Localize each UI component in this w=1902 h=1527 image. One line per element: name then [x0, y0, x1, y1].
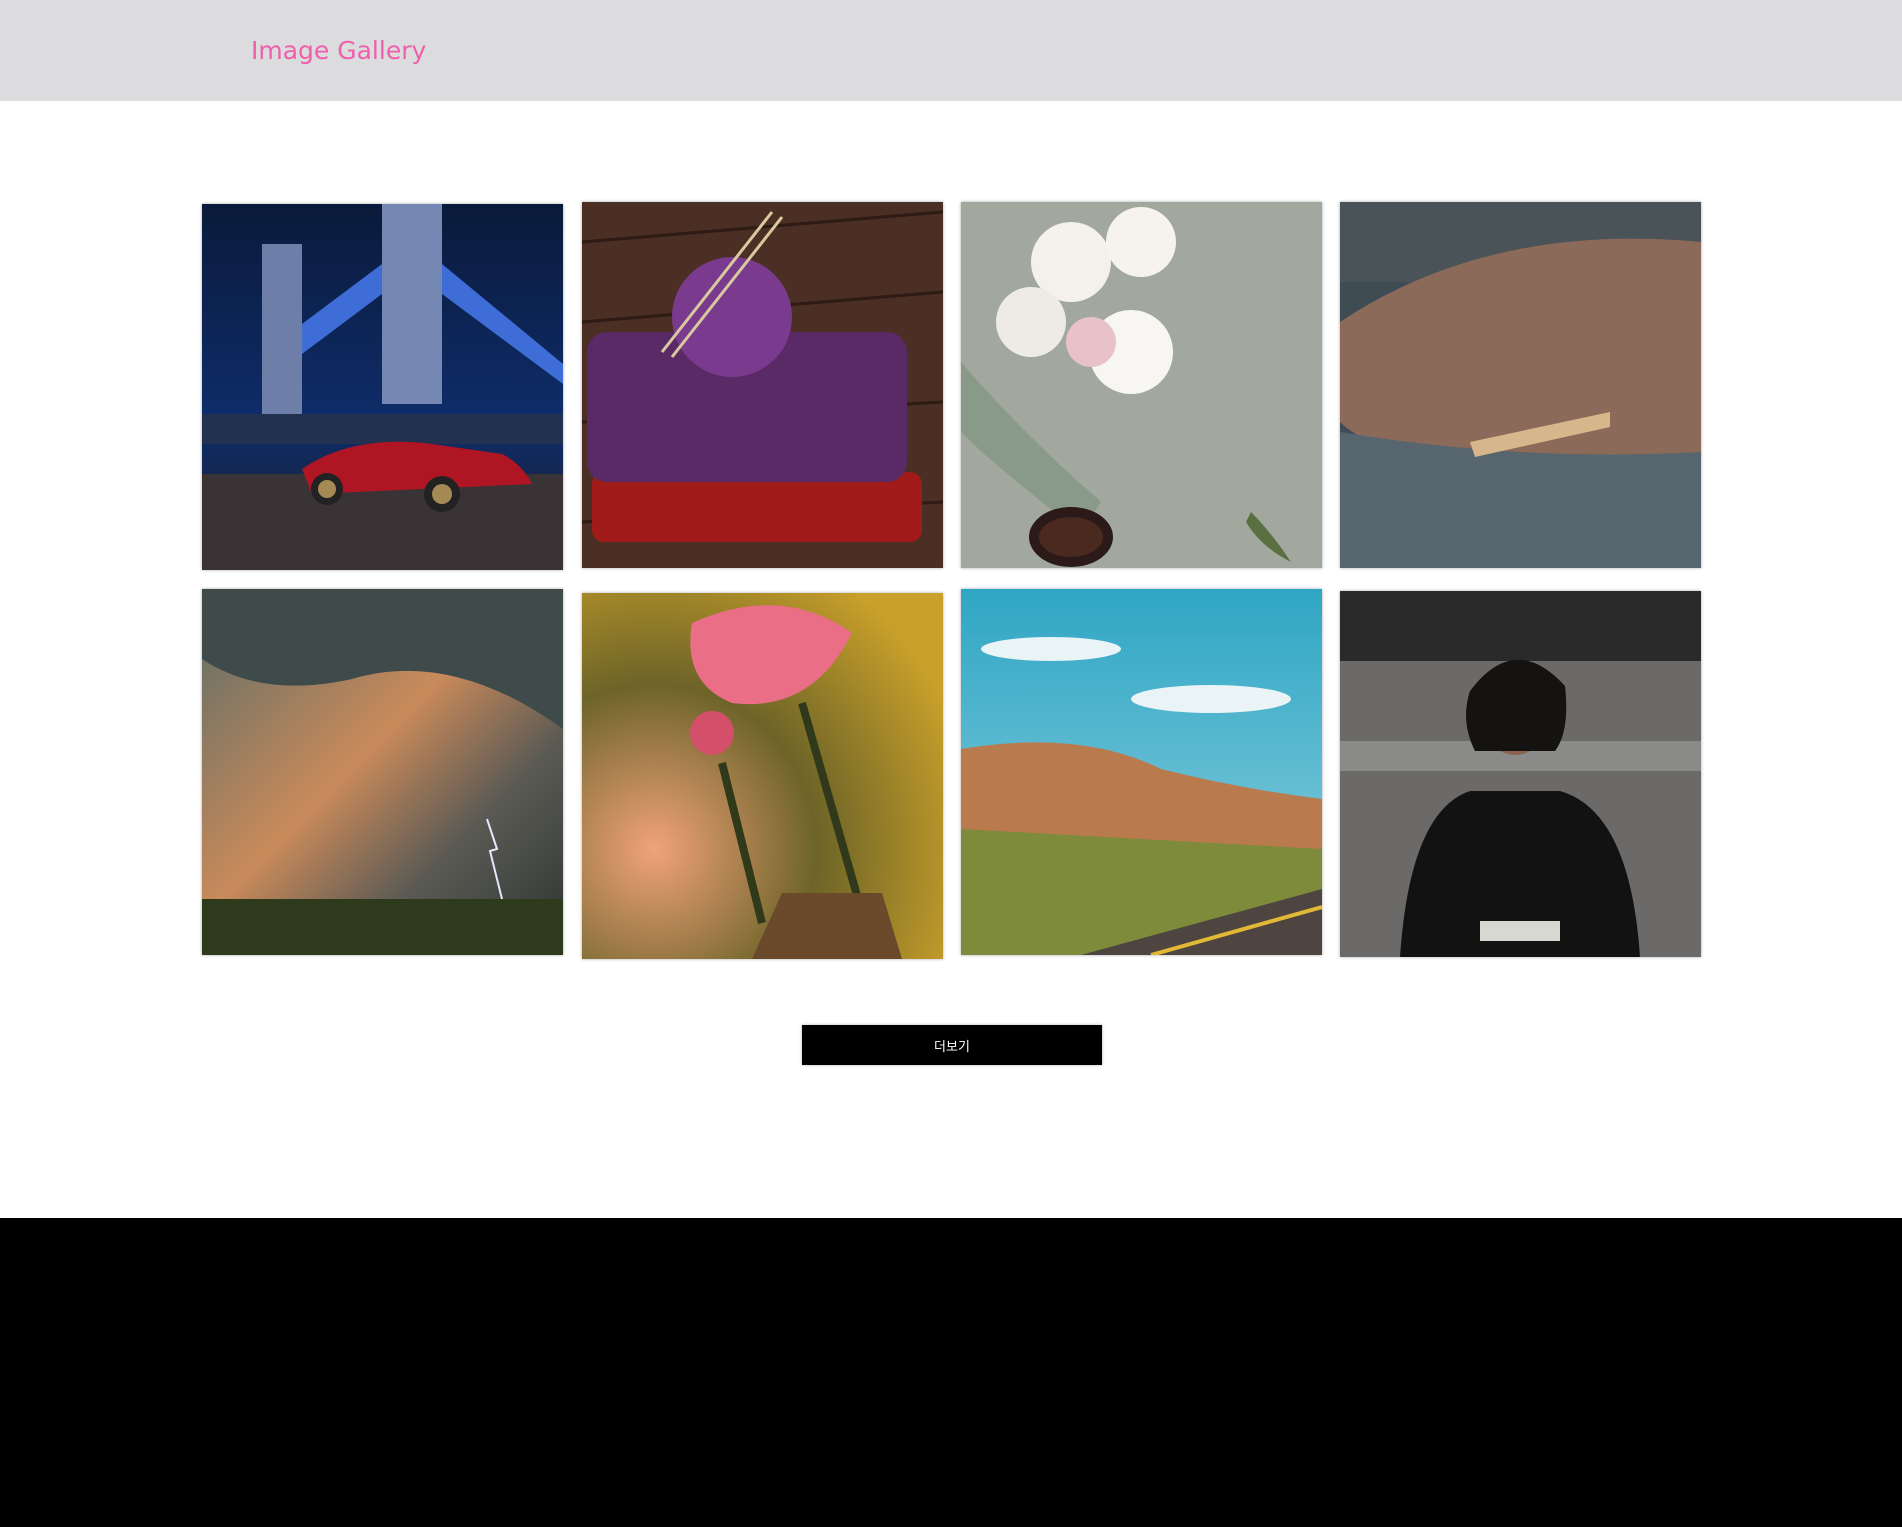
gallery-image-desert-road[interactable] — [961, 589, 1322, 955]
gallery-image-walrus[interactable] — [1340, 202, 1701, 568]
site-title[interactable]: Image Gallery — [251, 36, 426, 66]
gallery-image-flowers-coffee[interactable] — [961, 202, 1322, 568]
site-footer — [0, 1218, 1902, 1527]
gallery-image-bridge-car[interactable] — [202, 204, 563, 570]
gallery-image-knitting-yarn[interactable] — [582, 202, 943, 568]
gallery-image-portrait-woman[interactable] — [1340, 591, 1701, 957]
load-more-button[interactable]: 더보기 — [802, 1025, 1102, 1065]
gallery-image-storm-lightning[interactable] — [202, 589, 563, 955]
site-header: Image Gallery — [0, 0, 1902, 101]
gallery-image-pink-flowers[interactable] — [582, 593, 943, 959]
